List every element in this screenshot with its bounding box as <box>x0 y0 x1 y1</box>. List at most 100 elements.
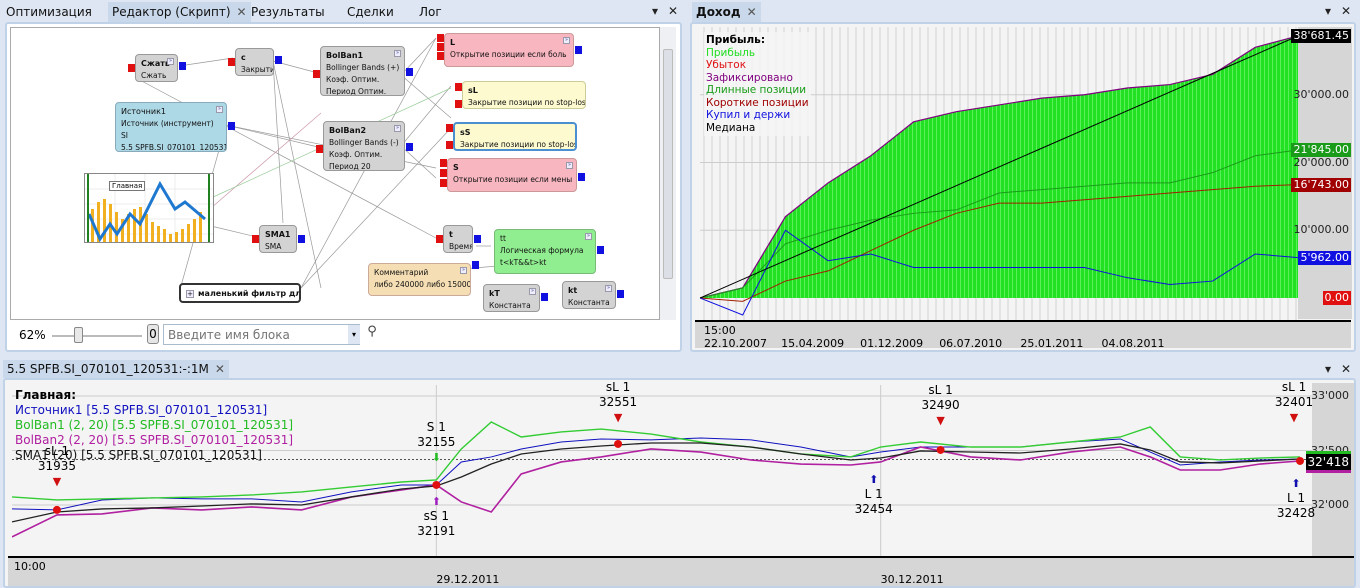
trade-marker-sL[interactable]: sL 1 32401 ▼ <box>1275 380 1313 425</box>
reset-zoom-button[interactable]: 0 <box>147 324 159 344</box>
output-port[interactable] <box>578 173 585 181</box>
legend-short[interactable]: Короткие позиции <box>706 97 809 110</box>
collapse-icon[interactable]: » <box>167 58 174 65</box>
input-port[interactable] <box>128 64 135 72</box>
input-port[interactable] <box>313 70 320 78</box>
tab-income[interactable]: Доход ✕ <box>692 2 761 22</box>
block-bolban1[interactable]: BolBan1 » Bollinger Bands (+) Коэф. Оптим. П… <box>320 46 405 96</box>
block-group-filter[interactable]: + маленький фильтр для SI <box>179 283 301 303</box>
trade-marker-S[interactable]: S 1 32155 ⬇ <box>417 420 455 465</box>
block-comment[interactable]: Комментарий » либо 240000 либо 150000 <box>368 263 471 296</box>
input-port[interactable] <box>228 58 235 66</box>
vertical-scrollbar[interactable] <box>660 27 676 320</box>
block-stop-short[interactable]: sS Закрытие позиции по stop-los <box>453 122 577 151</box>
expand-icon[interactable]: + <box>186 290 194 298</box>
legend-source1[interactable]: Источник1 [5.5 SPFB.SI_070101_120531] <box>15 403 293 418</box>
close-icon[interactable]: ✕ <box>237 5 247 19</box>
input-port[interactable] <box>437 52 444 60</box>
tab-instrument-chart[interactable]: 5.5 SPFB.SI_070101_120531:-:1M ✕ <box>3 360 229 378</box>
block-search-input[interactable] <box>163 324 360 345</box>
close-panel-icon[interactable]: ✕ <box>668 4 678 18</box>
scrollbar-thumb[interactable] <box>663 49 673 279</box>
trade-marker-sL[interactable]: sL 1 32551 ▼ <box>599 380 637 425</box>
input-port[interactable] <box>455 83 462 91</box>
collapse-icon[interactable]: » <box>394 125 401 132</box>
diagram-canvas[interactable]: Сжать»Сжать cЗакрытие BolBan1»Bollinger … <box>10 27 660 320</box>
block-open-long[interactable]: L » Открытие позиции если боль <box>444 33 574 67</box>
output-port[interactable] <box>472 261 479 269</box>
collapse-icon[interactable]: » <box>394 50 401 57</box>
binoculars-search-icon[interactable]: ⚲ <box>362 324 382 345</box>
close-icon[interactable]: ✕ <box>747 5 757 19</box>
input-port[interactable] <box>455 100 462 108</box>
block-stop-long[interactable]: sL Закрытие позиции по stop-los <box>462 81 586 109</box>
output-port[interactable] <box>298 235 305 243</box>
block-const-kT[interactable]: kT » Константа <box>483 284 540 312</box>
block-bolban2[interactable]: BolBan2 » Bollinger Bands (-) Коэф. Оптим. П… <box>323 121 405 171</box>
collapse-icon[interactable]: » <box>460 267 467 274</box>
pin-dropdown-icon[interactable]: ▾ <box>652 4 658 18</box>
close-panel-icon[interactable]: ✕ <box>1341 362 1351 376</box>
trade-marker-sL[interactable]: sL 1 32490 ▼ <box>921 383 959 428</box>
output-port[interactable] <box>474 235 481 243</box>
input-port[interactable] <box>436 235 443 243</box>
input-port[interactable] <box>316 145 323 153</box>
block-compress[interactable]: Сжать» Сжать <box>135 54 178 82</box>
output-port[interactable] <box>275 56 282 64</box>
trade-marker-L[interactable]: ⬆ L 1 32454 <box>855 472 893 517</box>
block-chart-main[interactable]: Главная <box>84 173 214 243</box>
input-port[interactable] <box>446 141 453 149</box>
trade-price: 32191 <box>417 524 456 538</box>
output-port[interactable] <box>179 62 186 70</box>
legend-bolban1[interactable]: BolBan1 (2, 20) [5.5 SPFB.SI_070101_1205… <box>15 418 293 433</box>
output-port[interactable] <box>575 46 582 54</box>
close-panel-icon[interactable]: ✕ <box>1341 4 1351 18</box>
tab-editor-script[interactable]: Редактор (Скрипт) ✕ <box>108 2 251 22</box>
block-source1[interactable]: Источник1 » Источник (инструмент) SI 5.5 SPF… <box>115 102 227 152</box>
input-port[interactable] <box>446 124 453 132</box>
tab-deals[interactable]: Сделки <box>343 2 398 22</box>
dropdown-chevron-icon[interactable]: ▾ <box>348 325 360 344</box>
legend-profit[interactable]: Прибыль <box>706 47 809 60</box>
input-port[interactable] <box>437 34 444 42</box>
tab-optimization[interactable]: Оптимизация <box>2 2 96 22</box>
output-port[interactable] <box>541 293 548 301</box>
legend-loss[interactable]: Убыток <box>706 59 809 72</box>
block-time[interactable]: t Время <box>443 225 473 253</box>
input-port[interactable] <box>440 169 447 177</box>
block-sma1[interactable]: SMA1 SMA <box>259 225 297 253</box>
legend-buy-hold[interactable]: Купил и держи <box>706 109 809 122</box>
close-icon[interactable]: ✕ <box>215 362 225 376</box>
zoom-slider[interactable] <box>52 327 142 343</box>
pin-dropdown-icon[interactable]: ▾ <box>1325 362 1331 376</box>
block-open-short[interactable]: S » Открытие позиции если мены <box>447 158 577 192</box>
input-port[interactable] <box>252 235 259 243</box>
tab-log[interactable]: Лог <box>415 2 446 22</box>
legend-median[interactable]: Медиана <box>706 122 809 135</box>
output-port[interactable] <box>597 246 604 254</box>
input-port[interactable] <box>440 179 447 187</box>
zoom-slider-thumb[interactable] <box>74 327 83 343</box>
output-port[interactable] <box>617 290 624 298</box>
output-port[interactable] <box>228 122 235 130</box>
block-logic-formula[interactable]: tt » Логическая формула t<kT&&t>kt <box>494 229 596 274</box>
collapse-icon[interactable]: » <box>563 37 570 44</box>
trade-marker-sS[interactable]: ⬆ sS 1 32191 <box>417 494 455 539</box>
input-port[interactable] <box>437 43 444 51</box>
block-close-c[interactable]: c Закрытие <box>235 48 274 76</box>
legend-long[interactable]: Длинные позиции <box>706 84 809 97</box>
trade-marker-L[interactable]: ⬆ L 1 32428 <box>1277 476 1315 521</box>
legend-fixed[interactable]: Зафиксировано <box>706 72 809 85</box>
collapse-icon[interactable]: » <box>216 106 223 113</box>
collapse-icon[interactable]: » <box>585 233 592 240</box>
output-port[interactable] <box>406 143 413 151</box>
block-const-kt[interactable]: kt » Константа <box>562 281 616 309</box>
tab-results[interactable]: Результаты <box>247 2 329 22</box>
trade-marker-sL[interactable]: sL 1 31935 ▼ <box>38 444 76 489</box>
pin-dropdown-icon[interactable]: ▾ <box>1325 4 1331 18</box>
collapse-icon[interactable]: » <box>566 162 573 169</box>
collapse-icon[interactable]: » <box>529 288 536 295</box>
input-port[interactable] <box>440 159 447 167</box>
output-port[interactable] <box>406 68 413 76</box>
collapse-icon[interactable]: » <box>605 285 612 292</box>
